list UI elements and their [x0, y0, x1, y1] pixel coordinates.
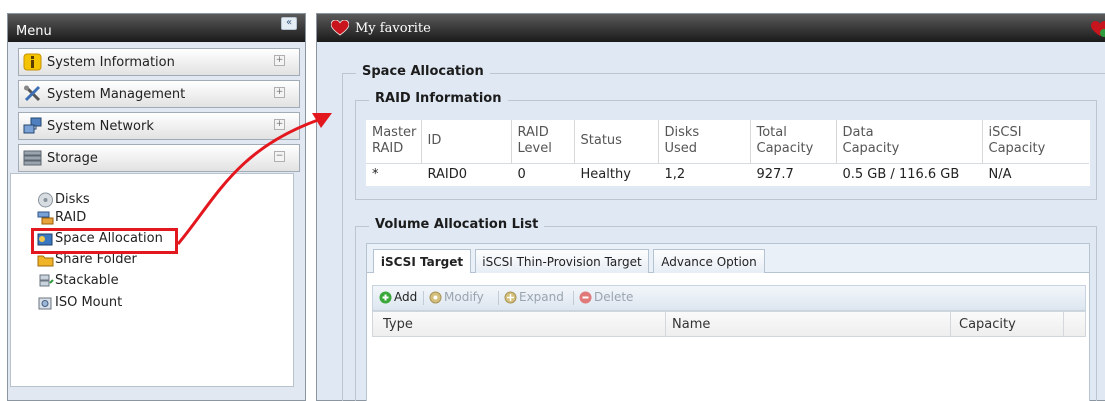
iso-mount-icon	[38, 297, 52, 310]
toolbar-divider	[498, 291, 499, 305]
raid-information-table: Master RAID ID RAID Level Status Disks Used…	[366, 120, 1090, 186]
expand-icon	[504, 291, 517, 304]
stackable-icon	[39, 274, 54, 287]
submenu-label: Stackable	[55, 273, 119, 288]
tab-advance-option[interactable]: Advance Option	[653, 249, 765, 274]
cell-iscsi-capacity: N/A	[982, 162, 1090, 186]
disk-icon	[38, 192, 53, 208]
raid-table-header-row: Master RAID ID RAID Level Status Disks Used…	[366, 120, 1090, 163]
submenu-label: ISO Mount	[55, 295, 123, 310]
submenu-label: Disks	[55, 192, 90, 207]
toolbar-divider	[573, 291, 574, 305]
collapse-menu-button[interactable]: «	[281, 17, 297, 30]
expand-toggle-icon[interactable]: +	[274, 87, 285, 98]
delete-icon	[579, 291, 592, 304]
cell-id: RAID0	[421, 162, 512, 186]
column-header-iscsi-capacity[interactable]: iSCSI Capacity	[982, 120, 1090, 163]
menu-category-system-information[interactable]: System Information +	[18, 48, 300, 76]
column-divider[interactable]	[950, 312, 951, 336]
column-header-data-capacity[interactable]: Data Capacity	[836, 120, 983, 163]
submenu-label: Share Folder	[55, 252, 137, 267]
collapse-toggle-icon[interactable]: −	[274, 151, 285, 162]
menu-title: Menu	[16, 24, 52, 39]
storage-icon	[23, 150, 42, 166]
menu-category-system-management[interactable]: System Management +	[18, 80, 300, 108]
column-header-total-capacity[interactable]: Total Capacity	[750, 120, 837, 163]
cell-master-raid: *	[366, 162, 422, 186]
volume-toolbar: Add Modify Expand Delete	[372, 285, 1086, 311]
add-favorite-icon[interactable]	[1091, 20, 1105, 38]
folder-icon	[37, 255, 54, 267]
volume-grid-header: Type Name Capacity	[372, 311, 1086, 337]
highlight-box	[31, 228, 178, 254]
volume-allocation-legend: Volume Allocation List	[369, 217, 545, 232]
modify-icon	[429, 291, 442, 304]
favorite-header: My favorite	[317, 14, 1105, 42]
favorite-title: My favorite	[355, 21, 431, 36]
toolbar-divider	[423, 291, 424, 305]
column-header-name[interactable]: Name	[672, 317, 710, 332]
column-header-capacity[interactable]: Capacity	[959, 317, 1016, 332]
menu-category-label: System Network	[47, 119, 154, 134]
menu-category-label: System Management	[47, 87, 186, 102]
raid-information-legend: RAID Information	[369, 91, 508, 106]
expand-toggle-icon[interactable]: +	[274, 55, 285, 66]
menu-category-label: System Information	[47, 55, 175, 70]
volume-grid-body	[372, 337, 1086, 401]
info-icon	[23, 53, 42, 71]
column-divider[interactable]	[665, 312, 666, 336]
submenu-label: RAID	[55, 210, 87, 225]
add-icon	[379, 291, 392, 304]
space-allocation-legend: Space Allocation	[356, 64, 490, 79]
cell-data-capacity: 0.5 GB / 116.6 GB	[836, 162, 983, 186]
cell-disks-used: 1,2	[658, 162, 751, 186]
tab-iscsi-target[interactable]: iSCSI Target	[373, 249, 471, 275]
volume-tab-strip: iSCSI Target iSCSI Thin-Provision Target…	[366, 243, 1090, 275]
column-header-disks-used[interactable]: Disks Used	[658, 120, 751, 163]
network-icon	[23, 117, 42, 134]
column-header-id[interactable]: ID	[421, 120, 512, 163]
volume-panel: Add Modify Expand Delete Type Name Capac…	[366, 273, 1090, 401]
cell-status: Healthy	[574, 162, 659, 186]
tools-icon	[24, 85, 41, 102]
cell-total-capacity: 927.7	[750, 162, 837, 186]
menu-header: Menu «	[8, 14, 305, 42]
table-row[interactable]: * RAID0 0 Healthy 1,2 927.7 0.5 GB / 116…	[366, 162, 1090, 186]
raid-icon	[37, 211, 54, 225]
column-header-status[interactable]: Status	[574, 120, 659, 163]
menu-category-label: Storage	[47, 151, 98, 166]
column-header-master-raid[interactable]: Master RAID	[366, 120, 422, 163]
menu-category-system-network[interactable]: System Network +	[18, 112, 300, 140]
heart-icon	[331, 20, 349, 36]
menu-category-storage[interactable]: Storage −	[18, 144, 300, 172]
column-header-raid-level[interactable]: RAID Level	[511, 120, 575, 163]
tab-iscsi-thin-provision-target[interactable]: iSCSI Thin-Provision Target	[475, 249, 649, 274]
cell-raid-level: 0	[511, 162, 575, 186]
column-divider[interactable]	[1063, 312, 1064, 336]
column-header-type[interactable]: Type	[383, 317, 413, 332]
expand-toggle-icon[interactable]: +	[274, 119, 285, 130]
